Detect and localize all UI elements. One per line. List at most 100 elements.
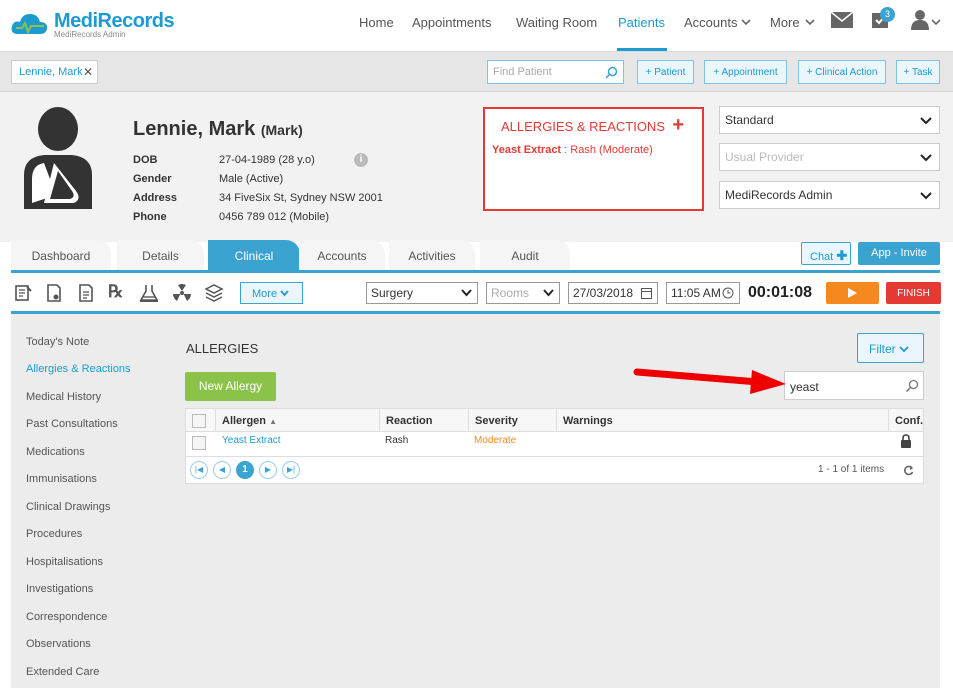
plus-icon: ✚	[836, 248, 848, 263]
nav-more[interactable]: More	[770, 15, 800, 30]
sidebar-item-clinical-drawings[interactable]: Clinical Drawings	[26, 501, 110, 513]
chevron-down-icon	[280, 290, 289, 297]
refresh-icon[interactable]	[903, 465, 914, 476]
allergies-section-title: ALLERGIES	[186, 341, 259, 356]
tab-clinical[interactable]: Clinical	[208, 240, 300, 271]
location-select[interactable]: MediRecords Admin	[719, 181, 940, 209]
consult-location-select[interactable]: Surgery	[366, 282, 478, 304]
mail-icon[interactable]	[831, 12, 853, 28]
calculator-icon[interactable]	[76, 283, 96, 303]
tab-underline	[11, 270, 940, 273]
chevron-down-icon	[920, 192, 932, 200]
chat-button[interactable]: Chat ✚	[801, 242, 851, 265]
row-allergen[interactable]: Yeast Extract	[222, 435, 281, 446]
add-clinical-action-button[interactable]: + Clinical Action	[798, 60, 886, 84]
sidebar-item-medications[interactable]: Medications	[26, 446, 85, 458]
nav-waiting-room[interactable]: Waiting Room	[516, 15, 597, 30]
tab-activities[interactable]: Activities	[389, 240, 475, 271]
tab-details[interactable]: Details	[117, 240, 204, 271]
open-patient-tab[interactable]: Lennie, Mark ✕	[11, 60, 98, 84]
address-value: 34 FiveSix St, Sydney NSW 2001	[219, 192, 383, 204]
medirecords-logo[interactable]: MediRecords MediRecords Admin	[10, 8, 175, 42]
chevron-down-icon	[899, 346, 909, 353]
search-icon[interactable]	[905, 379, 919, 393]
column-allergen[interactable]: Allergen ▲	[216, 409, 380, 432]
search-icon[interactable]	[605, 66, 618, 79]
notes-icon[interactable]	[13, 283, 33, 303]
appointment-type-value: Standard	[725, 113, 774, 127]
pager-divider	[186, 456, 923, 457]
sidebar-item-todays-note[interactable]: Today's Note	[26, 336, 89, 348]
play-button[interactable]	[826, 282, 879, 304]
location-value: MediRecords Admin	[725, 188, 833, 202]
patient-name: Lennie, Mark (Mark)	[133, 118, 303, 141]
column-severity[interactable]: Severity	[469, 409, 557, 432]
tab-dashboard[interactable]: Dashboard	[11, 240, 111, 271]
sidebar-item-past-consultations[interactable]: Past Consultations	[26, 418, 118, 430]
column-reaction[interactable]: Reaction	[380, 409, 469, 432]
consult-location-value: Surgery	[371, 286, 414, 300]
sidebar-item-correspondence[interactable]: Correspondence	[26, 611, 107, 623]
sidebar-item-observations[interactable]: Observations	[26, 638, 91, 650]
more-tools-button[interactable]: More	[240, 282, 303, 304]
new-allergy-button[interactable]: New Allergy	[185, 372, 276, 401]
consult-date-input[interactable]: 27/03/2018	[568, 282, 658, 304]
dob-label: DOB	[133, 154, 158, 166]
patient-avatar-icon	[24, 107, 92, 209]
column-allergen-label: Allergen	[222, 415, 267, 427]
nav-appointments[interactable]: Appointments	[412, 15, 492, 30]
calendar-icon[interactable]	[641, 287, 652, 299]
consult-time-input[interactable]: 11:05 AM	[666, 282, 740, 304]
rooms-placeholder: Rooms	[491, 286, 530, 300]
tab-accounts[interactable]: Accounts	[299, 240, 385, 271]
prescription-icon[interactable]: ℞	[108, 282, 123, 302]
add-allergy-plus-icon[interactable]: +	[672, 114, 684, 137]
patient-tab-label: Lennie, Mark	[19, 66, 83, 78]
sidebar-item-allergies[interactable]: Allergies & Reactions	[26, 363, 131, 375]
row-checkbox[interactable]	[192, 436, 206, 450]
pager-next-button[interactable]: ▶	[259, 461, 277, 479]
add-patient-button[interactable]: + Patient	[637, 60, 694, 84]
usual-provider-select[interactable]: Usual Provider	[719, 143, 940, 171]
document-icon[interactable]	[44, 283, 64, 303]
close-icon[interactable]: ✕	[83, 65, 93, 79]
sidebar-item-extended-care[interactable]: Extended Care	[26, 666, 99, 678]
find-patient-placeholder: Find Patient	[493, 66, 552, 78]
pager-current-page[interactable]: 1	[236, 461, 254, 479]
filter-label: Filter	[869, 342, 896, 356]
add-task-button[interactable]: + Task	[896, 60, 940, 84]
notification-badge: 3	[880, 7, 895, 22]
appointment-type-select[interactable]: Standard	[719, 106, 940, 134]
nav-accounts[interactable]: Accounts	[684, 15, 737, 30]
nav-home[interactable]: Home	[359, 15, 394, 30]
column-warnings[interactable]: Warnings	[557, 409, 889, 432]
add-appointment-button[interactable]: + Appointment	[704, 60, 787, 84]
info-icon[interactable]: i	[354, 153, 368, 167]
clock-icon[interactable]	[722, 287, 734, 299]
sidebar-item-procedures[interactable]: Procedures	[26, 528, 82, 540]
sidebar-item-investigations[interactable]: Investigations	[26, 583, 93, 595]
user-icon[interactable]	[911, 9, 929, 31]
pager-prev-button[interactable]: ◀	[213, 461, 231, 479]
stack-layers-icon[interactable]	[204, 283, 224, 303]
app-invite-button[interactable]: App - Invite	[858, 242, 940, 265]
select-all-checkbox[interactable]	[192, 414, 206, 428]
find-patient-input[interactable]: Find Patient	[487, 60, 624, 84]
pager-last-button[interactable]: ▶|	[282, 461, 300, 479]
filter-button[interactable]: Filter	[857, 333, 924, 363]
finish-button[interactable]: FINISH	[886, 282, 941, 304]
rooms-select[interactable]: Rooms	[486, 282, 560, 304]
radiation-icon[interactable]	[172, 283, 192, 303]
pager-first-button[interactable]: |◀	[190, 461, 208, 479]
nav-patients[interactable]: Patients	[618, 15, 665, 30]
usual-provider-placeholder: Usual Provider	[725, 150, 804, 164]
allergy-panel-detail: : Rash (Moderate)	[561, 144, 653, 156]
sidebar-item-medical-history[interactable]: Medical History	[26, 391, 101, 403]
column-conf[interactable]: Conf.	[889, 409, 923, 432]
sidebar-item-immunisations[interactable]: Immunisations	[26, 473, 97, 485]
allergy-search-input[interactable]: yeast	[784, 371, 924, 400]
tab-audit[interactable]: Audit	[480, 240, 570, 271]
lab-flask-icon[interactable]	[139, 283, 159, 303]
sidebar-item-hospitalisations[interactable]: Hospitalisations	[26, 556, 103, 568]
consult-timer: 00:01:08	[748, 284, 813, 301]
